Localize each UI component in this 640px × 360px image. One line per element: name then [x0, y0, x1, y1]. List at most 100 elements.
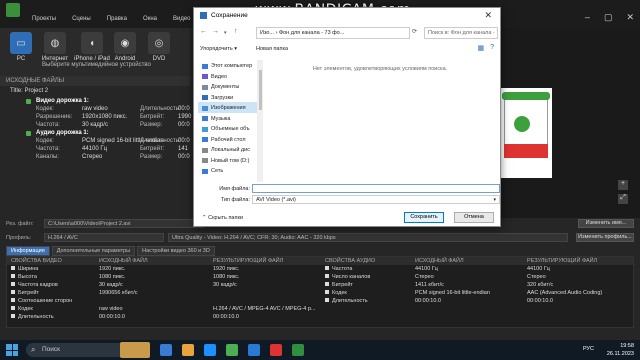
- tab-advanced[interactable]: Дополнительные параметры: [51, 246, 136, 256]
- video-size: Размер: 00:0: [140, 122, 190, 128]
- nav-item-network[interactable]: Сеть: [198, 165, 257, 176]
- nav-item-3d-objects[interactable]: Объемные объ: [198, 123, 257, 134]
- recent-dropdown-icon[interactable]: ▾: [224, 30, 227, 36]
- close-icon[interactable]: ✕: [626, 12, 634, 23]
- prop-value: Стерео: [527, 274, 546, 280]
- nav-item-pictures[interactable]: Изображения: [198, 102, 257, 113]
- minimize-icon[interactable]: –: [585, 12, 590, 23]
- scroll-thumb[interactable]: [259, 70, 262, 110]
- drive-icon: [202, 147, 208, 153]
- help-icon[interactable]: ?: [490, 44, 494, 52]
- nav-item-music[interactable]: Музыка: [198, 113, 257, 124]
- search-highlight-image[interactable]: [120, 342, 150, 358]
- windows-start-icon[interactable]: [6, 344, 18, 356]
- hide-folders-button[interactable]: ⌃ Скрыть папки: [202, 215, 243, 221]
- output-file-field[interactable]: C:\Users\a000\Video\Project 2.avi: [44, 219, 204, 228]
- zoom-icon[interactable]: +: [618, 180, 628, 190]
- new-folder-button[interactable]: Новая папка: [256, 46, 288, 52]
- prop-value: PCM signed 16-bit little-endian: [415, 290, 490, 296]
- column-header: РЕЗУЛЬТИРУЮЩИЙ ФАЙЛ: [523, 257, 633, 265]
- organize-button[interactable]: Упорядочить ▾: [200, 46, 237, 52]
- nav-item-this-pc[interactable]: Этот компьютер: [198, 60, 257, 71]
- filename-input[interactable]: [252, 184, 500, 193]
- source-files-header: ИСХОДНЫЕ ФАЙЛЫ: [0, 76, 190, 86]
- language-indicator[interactable]: РУС: [583, 346, 594, 352]
- clock[interactable]: 19:58 26.11.2023: [607, 342, 634, 358]
- back-icon[interactable]: ←: [200, 28, 207, 35]
- view-controls: ▦ ?: [477, 44, 494, 52]
- refresh-icon[interactable]: ⟳: [412, 28, 417, 35]
- prop-value: raw video: [99, 306, 123, 312]
- video-result-col: РЕЗУЛЬТИРУЮЩИЙ ФАЙЛ 1920 пикс. 1080 пикс…: [209, 257, 321, 321]
- window-controls: – ▢ ✕: [585, 12, 634, 23]
- profile-description[interactable]: Ultra Quality - Video: H.264 / AVC; CFR:…: [168, 233, 568, 242]
- prop-value: 00:00:10.0: [415, 298, 441, 304]
- tab-360-3d[interactable]: Настройки видео 360 и 3D: [137, 246, 215, 256]
- converter-icon[interactable]: [292, 344, 304, 356]
- info-tabs: Информация Дополнительные параметры Наст…: [6, 246, 215, 256]
- save-dialog: Сохранение ✕ ← → ▾ ↑ Изо... › Фон для ка…: [193, 7, 501, 227]
- device-iphone[interactable]: ◖ iPhone / iPad: [74, 32, 110, 62]
- nav-scrollbar[interactable]: [258, 60, 263, 182]
- menu-video[interactable]: Видео: [173, 16, 191, 22]
- device-dvd[interactable]: ◎ DVD: [144, 32, 174, 62]
- audio-track-checkbox[interactable]: [26, 131, 31, 136]
- breadcrumb[interactable]: Изо... › Фон для канала - 73 фо...: [256, 27, 410, 39]
- nav-item-documents[interactable]: Документы: [198, 81, 257, 92]
- prop-row: Ширина: [7, 265, 95, 273]
- device-label: DVD: [152, 56, 166, 62]
- nav-item-video[interactable]: Видео: [198, 71, 257, 82]
- prop-row: Кодек: [321, 289, 411, 297]
- change-profile-button[interactable]: Изменить профиль...: [576, 233, 634, 242]
- profile-select[interactable]: H.264 / AVC: [44, 233, 164, 242]
- menu-edit[interactable]: Правка: [107, 16, 127, 22]
- audio-track-title: Аудио дорожка 1:: [36, 130, 89, 136]
- prop-value: 44100 Гц: [415, 266, 438, 272]
- audio-size: Размер: 00:0: [140, 154, 190, 160]
- menu-scenes[interactable]: Сцены: [72, 16, 91, 22]
- audio-props-col: СВОЙСТВА АУДИО Частота Число каналов Бит…: [321, 257, 411, 305]
- prop-row: Битрейт: [321, 281, 411, 289]
- project-title[interactable]: Title: Project 2: [10, 88, 48, 94]
- menu-projects[interactable]: Проекты: [32, 16, 56, 22]
- save-button[interactable]: Сохранить: [404, 212, 444, 223]
- dialog-search-input[interactable]: Поиск в: Фон для канала - 7...: [424, 27, 498, 39]
- tab-info[interactable]: Информация: [6, 246, 50, 256]
- nav-item-desktop[interactable]: Рабочий стол: [198, 134, 257, 145]
- preview-thumbnail: [500, 88, 552, 178]
- dialog-footer: ⌃ Скрыть папки Сохранить Отмена: [198, 211, 498, 225]
- menu-windows[interactable]: Окна: [143, 16, 157, 22]
- video-track-checkbox[interactable]: [26, 99, 31, 104]
- filetype-select[interactable]: AVI Video (*.avi) ▾: [252, 195, 500, 204]
- telegram-icon[interactable]: [248, 344, 260, 356]
- video-duration: Длительность:00:0: [140, 106, 190, 112]
- change-name-button[interactable]: Изменить имя...: [578, 219, 634, 228]
- prop-value: 1990656 кбит/с: [99, 290, 138, 296]
- maximize-icon[interactable]: ▢: [604, 12, 613, 23]
- forward-icon[interactable]: →: [212, 28, 219, 35]
- up-icon[interactable]: ↑: [234, 28, 238, 35]
- bandicam-icon[interactable]: [270, 344, 282, 356]
- device-android[interactable]: ◉ Android: [110, 32, 140, 62]
- save-dialog-icon: [200, 12, 207, 19]
- prop-row: Битрейт: [7, 289, 95, 297]
- nav-item-local-disk[interactable]: Локальный дис: [198, 144, 257, 155]
- dialog-title: Сохранение: [211, 12, 248, 19]
- nav-item-downloads[interactable]: Загрузки: [198, 92, 257, 103]
- fullscreen-icon[interactable]: ⤢: [618, 194, 628, 204]
- address-bar: ← → ▾ ↑ Изо... › Фон для канала - 73 фо.…: [198, 27, 498, 39]
- close-icon[interactable]: ✕: [484, 10, 492, 21]
- cancel-button[interactable]: Отмена: [454, 212, 494, 223]
- device-internet[interactable]: ◍ Интернет: [40, 32, 70, 62]
- chrome-icon[interactable]: [226, 344, 238, 356]
- view-options-icon[interactable]: ▦: [477, 44, 484, 52]
- dialog-titlebar: Сохранение ✕: [194, 8, 500, 24]
- nav-item-new-volume[interactable]: Новый том (D:): [198, 155, 257, 166]
- file-explorer-icon[interactable]: [182, 344, 194, 356]
- video-props-col: СВОЙСТВА ВИДЕО Ширина Высота Частота кад…: [7, 257, 95, 321]
- device-pc[interactable]: ▭ PC: [6, 32, 36, 62]
- task-view-icon[interactable]: [160, 344, 172, 356]
- edge-icon[interactable]: [204, 344, 216, 356]
- prop-value: 44100 Гц: [527, 266, 550, 272]
- filename-label: Имя файла:: [219, 186, 250, 192]
